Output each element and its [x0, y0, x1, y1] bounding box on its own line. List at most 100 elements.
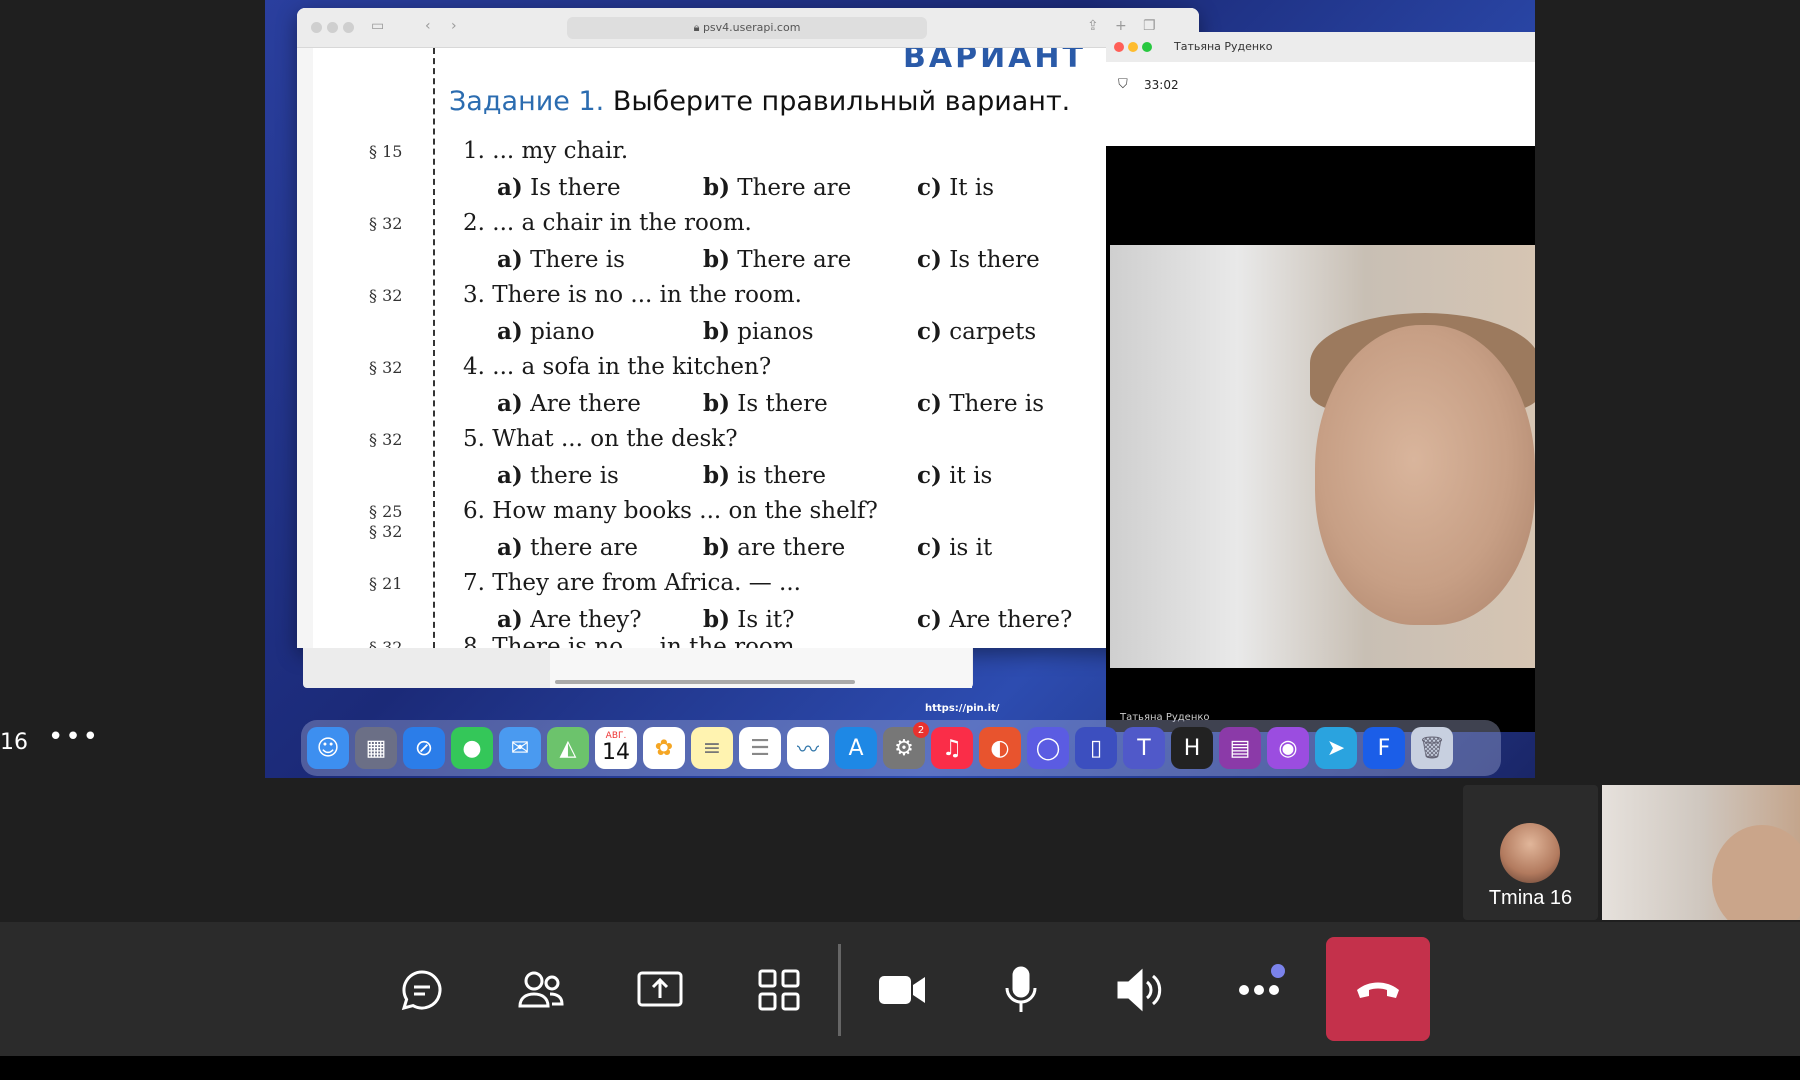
- layout-button[interactable]: [751, 962, 807, 1018]
- call-timer: 33:02: [1144, 78, 1179, 92]
- video-camera-icon: [879, 976, 925, 1004]
- finder-icon[interactable]: ☺: [307, 727, 349, 769]
- reminders-icon[interactable]: ☰: [739, 727, 781, 769]
- camera-button[interactable]: [874, 962, 930, 1018]
- speaker-icon: [1117, 968, 1162, 1012]
- self-view-video[interactable]: [1602, 785, 1800, 920]
- pocket-icon[interactable]: ◐: [979, 727, 1021, 769]
- speaker-button[interactable]: [1112, 962, 1168, 1018]
- share-icon[interactable]: ⇪: [1087, 18, 1099, 34]
- paragraph-ref: § 32: [369, 430, 403, 449]
- system-settings-icon[interactable]: ⚙ 2: [883, 722, 929, 769]
- shared-screen: ▭ ‹ › 🔒︎ psv4.userapi.com ⇪ + ❐ ВАРИАНТ …: [265, 0, 1535, 778]
- question-1: § 15 1. ... my chair. a) Is there b) The…: [313, 138, 1199, 208]
- self-view-face: [1712, 825, 1800, 920]
- h-app-icon[interactable]: H: [1171, 727, 1213, 769]
- participants-button[interactable]: [513, 962, 569, 1018]
- option-b: b) Is it?: [703, 606, 795, 633]
- task-number: Задание 1.: [449, 86, 605, 117]
- macos-dock: ☺ ▦ ⊘ ● ✉ ◭ АВГ. 14 ✿ ≡ ☰ 〰 A ⚙ 2 ♫ ◐ ◯ ▯…: [301, 720, 1501, 776]
- share-screen-button[interactable]: [632, 962, 688, 1018]
- paragraph-ref: § 32: [369, 286, 403, 305]
- task-title: Задание 1. Выберите правильный вариант.: [449, 86, 1070, 117]
- minimize-dot-icon[interactable]: [1128, 42, 1138, 52]
- option-a: a) piano: [497, 318, 595, 345]
- close-dot-icon[interactable]: [311, 22, 322, 33]
- paragraph-ref: § 32: [369, 358, 403, 377]
- music-icon[interactable]: ♫: [931, 727, 973, 769]
- f-app-icon[interactable]: F: [1363, 727, 1405, 769]
- launchpad-icon[interactable]: ▦: [355, 727, 397, 769]
- question-text: 5. What ... on the desk?: [463, 426, 738, 452]
- settings-badge: 2: [913, 722, 929, 738]
- participant-tile[interactable]: Tmina 16: [1463, 785, 1598, 920]
- option-a: a) There is: [497, 246, 625, 273]
- hang-up-icon: [1357, 982, 1399, 998]
- back-icon[interactable]: ‹: [425, 18, 431, 34]
- browser-toolbar: ▭ ‹ › 🔒︎ psv4.userapi.com ⇪ + ❐: [297, 8, 1199, 48]
- sidebar-icon[interactable]: ▭: [371, 18, 384, 34]
- more-options-button[interactable]: •••: [48, 722, 100, 752]
- browser-window: ▭ ‹ › 🔒︎ psv4.userapi.com ⇪ + ❐ ВАРИАНТ …: [297, 8, 1199, 648]
- left-strip: [0, 0, 265, 778]
- forward-icon[interactable]: ›: [451, 18, 457, 34]
- notes-icon[interactable]: ≡: [691, 727, 733, 769]
- zoom-dot-icon[interactable]: [343, 22, 354, 33]
- option-c: c) It is: [917, 174, 995, 201]
- question-5: § 32 5. What ... on the desk? a) there i…: [313, 426, 1199, 496]
- chat-app-icon[interactable]: ◯: [1027, 727, 1069, 769]
- option-b: b) are there: [703, 534, 846, 561]
- microphone-icon: [1005, 966, 1037, 1012]
- address-bar[interactable]: 🔒︎ psv4.userapi.com: [567, 17, 927, 39]
- telegram-icon[interactable]: ➤: [1315, 727, 1357, 769]
- option-a: a) there is: [497, 462, 619, 489]
- question-3: § 32 3. There is no ... in the room. a) …: [313, 282, 1199, 352]
- option-b: b) There are: [703, 174, 852, 201]
- chat-icon: [401, 970, 442, 1011]
- podcasts-icon[interactable]: ◉: [1267, 727, 1309, 769]
- minimize-dot-icon[interactable]: [327, 22, 338, 33]
- people-icon: [518, 971, 564, 1008]
- close-dot-icon[interactable]: [1114, 42, 1124, 52]
- freeform-icon[interactable]: 〰: [787, 727, 829, 769]
- call-status-row: ⛉ 33:02: [1106, 62, 1535, 146]
- photos-icon[interactable]: ✿: [643, 727, 685, 769]
- safari-icon[interactable]: ⊘: [403, 727, 445, 769]
- question-text: 7. They are from Africa. — ...: [463, 570, 801, 596]
- lock-icon: 🔒︎: [693, 21, 700, 34]
- mail-icon[interactable]: ✉: [499, 727, 541, 769]
- pin-url-text: https://pin.it/: [925, 703, 1000, 714]
- horizontal-scrollbar[interactable]: [555, 680, 855, 684]
- more-actions-button[interactable]: [1231, 962, 1287, 1018]
- option-b: b) There are: [703, 246, 852, 273]
- question-text: 8. There is no ... in the room.: [463, 634, 802, 648]
- messages-icon[interactable]: ●: [451, 727, 493, 769]
- question-8: § 32 8. There is no ... in the room.: [313, 634, 1199, 648]
- maps-icon[interactable]: ◭: [547, 727, 589, 769]
- option-c: c) it is: [917, 462, 993, 489]
- microphone-button[interactable]: [993, 962, 1049, 1018]
- shield-icon: ⛉: [1118, 76, 1128, 91]
- question-6: § 25 § 32 6. How many books ... on the s…: [313, 498, 1199, 568]
- option-c: c) Are there?: [917, 606, 1073, 633]
- option-a: a) Is there: [497, 174, 621, 201]
- option-a: a) Are there: [497, 390, 641, 417]
- iphone-mirroring-icon[interactable]: ▯: [1075, 727, 1117, 769]
- notification-dot: [1271, 964, 1285, 978]
- video-call-window: Татьяна Руденко ⛉ 33:02 Татьяна Руденко: [1106, 32, 1535, 732]
- video-window-title: Татьяна Руденко: [1174, 40, 1273, 53]
- address-text: psv4.userapi.com: [702, 21, 801, 34]
- zoom-dot-icon[interactable]: [1142, 42, 1152, 52]
- paragraph-ref: § 21: [369, 574, 403, 593]
- option-b: b) pianos: [703, 318, 814, 345]
- chat-button[interactable]: [394, 962, 450, 1018]
- archiver-icon[interactable]: ▤: [1219, 727, 1261, 769]
- toolbar-divider: [838, 944, 841, 1036]
- call-toolbar: [0, 922, 1800, 1056]
- end-call-button[interactable]: [1326, 937, 1430, 1041]
- trash-icon[interactable]: 🗑︎: [1411, 727, 1453, 769]
- teams-icon[interactable]: T: [1123, 727, 1165, 769]
- app-store-icon[interactable]: A: [835, 727, 877, 769]
- participant-counter: 16: [0, 730, 28, 755]
- calendar-icon[interactable]: АВГ. 14: [595, 727, 637, 769]
